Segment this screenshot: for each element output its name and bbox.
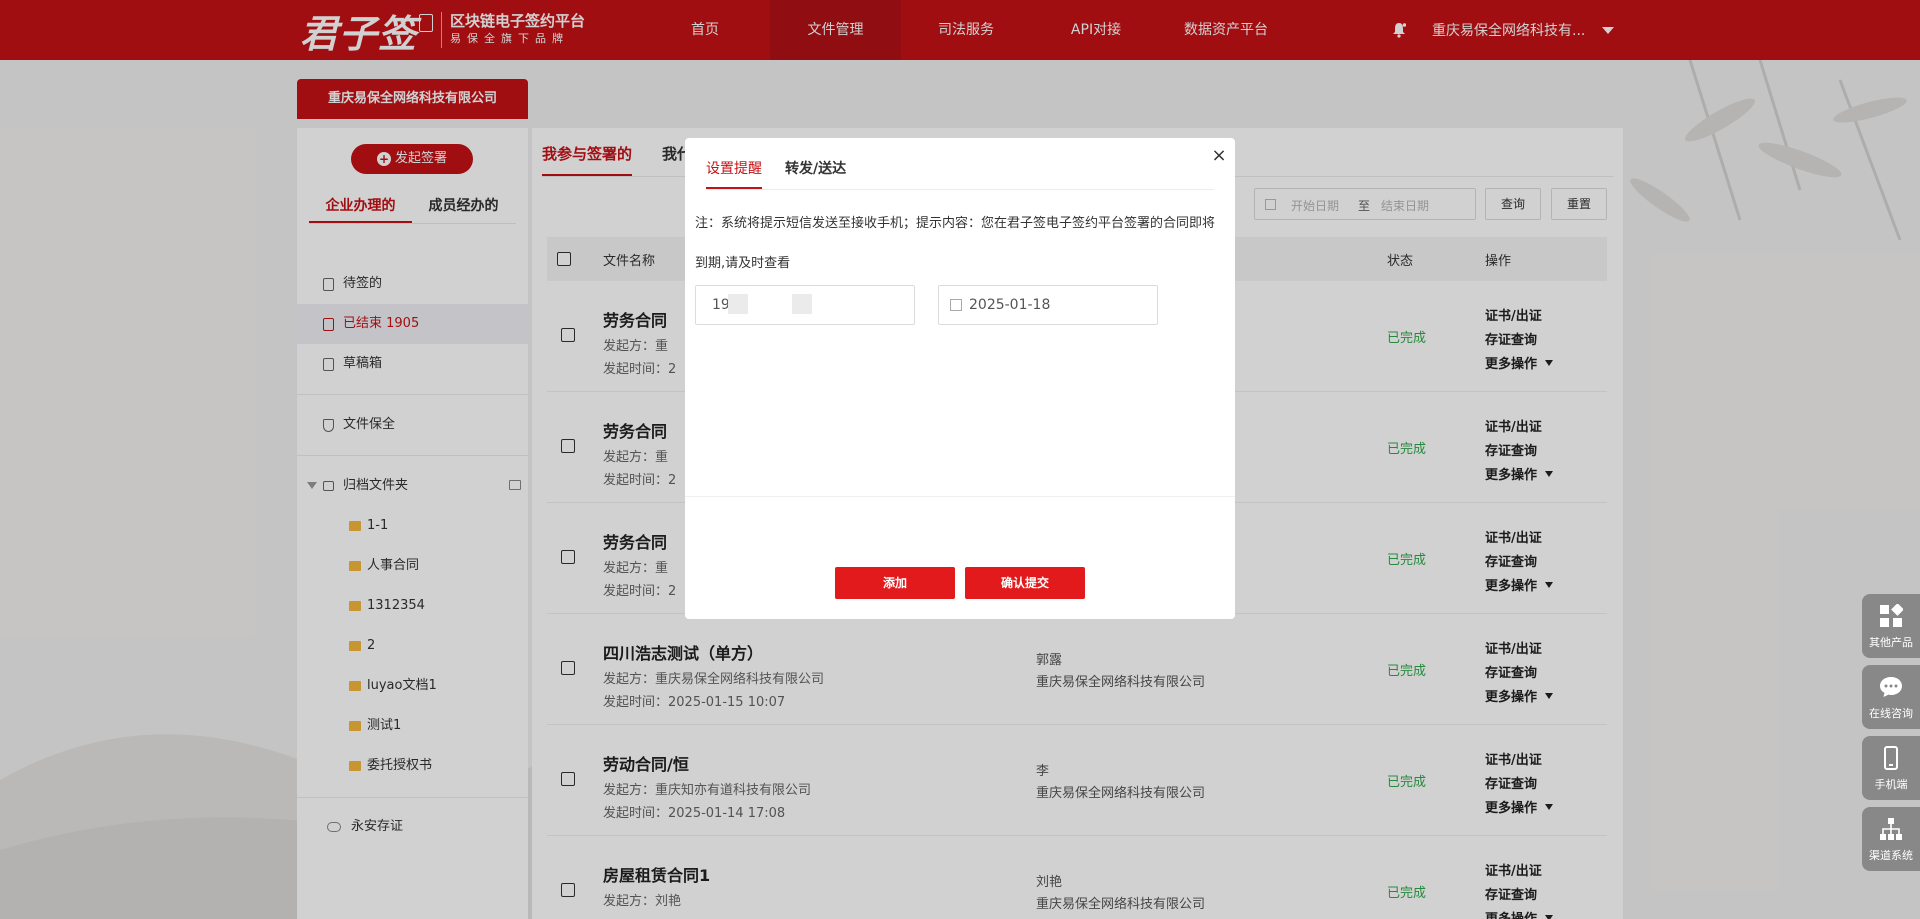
redaction-mask	[728, 294, 748, 314]
float-tool-label: 其他产品	[1869, 636, 1913, 649]
float-tool-label: 渠道系统	[1869, 849, 1913, 862]
reminder-dialog: 设置提醒 转发/送达 × 注：系统将提示短信发送至接收手机；提示内容：您在君子签…	[685, 138, 1235, 619]
float-tool-label: 手机端	[1874, 778, 1908, 791]
dialog-divider	[685, 496, 1235, 497]
confirm-submit-button[interactable]: 确认提交	[965, 567, 1085, 599]
phone-input[interactable]: 19	[695, 285, 915, 325]
tab-forward-deliver[interactable]: 转发/送达	[785, 148, 846, 189]
other-products-button[interactable]: 其他产品	[1862, 594, 1920, 658]
tab-set-reminder[interactable]: 设置提醒	[706, 148, 762, 189]
reminder-note: 注：系统将提示短信发送至接收手机；提示内容：您在君子签电子签约平台签署的合同即将…	[695, 216, 1216, 271]
add-button[interactable]: 添加	[835, 567, 955, 599]
channel-system-button[interactable]: 渠道系统	[1862, 807, 1920, 871]
org-chart-icon	[1880, 818, 1902, 840]
float-tool-label: 在线咨询	[1869, 707, 1913, 720]
mobile-phone-icon	[1884, 746, 1898, 770]
redaction-mask	[792, 294, 812, 314]
mobile-button[interactable]: 手机端	[1862, 736, 1920, 800]
expiry-date-input[interactable]: 2025-01-18	[938, 285, 1158, 325]
close-icon[interactable]: ×	[1211, 147, 1227, 165]
expiry-date-value: 2025-01-18	[969, 297, 1051, 313]
calendar-icon	[950, 299, 962, 311]
online-consult-button[interactable]: 在线咨询	[1862, 665, 1920, 729]
dialog-tabs: 设置提醒 转发/送达	[706, 148, 1214, 190]
chat-icon	[1880, 677, 1902, 697]
apps-icon	[1880, 604, 1903, 627]
